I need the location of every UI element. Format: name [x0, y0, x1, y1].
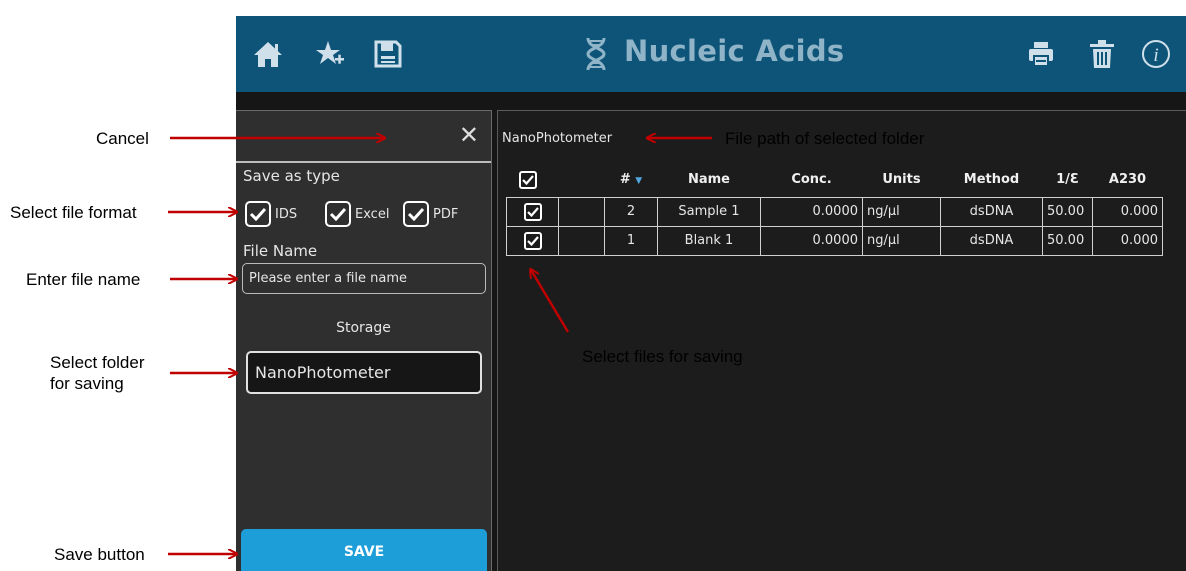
row-spacer-cell [558, 196, 605, 227]
column-header-name[interactable]: Name [658, 163, 761, 197]
app-title: Nucleic Acids [624, 34, 845, 68]
table-row[interactable]: 2 Sample 1 0.0000 ng/µl dsDNA 50.00 0.00… [506, 196, 1163, 227]
annotation-select-folder-line2: for saving [50, 374, 124, 393]
row-units: ng/µl [862, 225, 941, 256]
annotation-file-path: File path of selected folder [725, 129, 925, 148]
sort-down-icon: ▼ [635, 176, 643, 187]
row-number: 2 [604, 196, 658, 227]
annotation-select-folder: Select folder for saving [50, 352, 145, 394]
column-header-number[interactable]: # ▼ [605, 163, 658, 197]
checkbox-checked-icon [245, 201, 271, 227]
format-checkbox-excel[interactable]: Excel [325, 200, 389, 228]
close-icon[interactable]: ✕ [459, 123, 479, 147]
row-method: dsDNA [940, 225, 1043, 256]
save-panel: ✕ Save as type IDS Excel PDF File Name S… [236, 110, 492, 571]
row-conc: 0.0000 [760, 225, 863, 256]
row-name: Blank 1 [657, 225, 761, 256]
column-header-method[interactable]: Method [941, 163, 1043, 197]
home-icon[interactable] [252, 38, 284, 70]
svg-text:i: i [1153, 45, 1158, 66]
row-checkbox[interactable] [506, 196, 559, 227]
row-a230: 0.000 [1092, 196, 1163, 227]
annotation-enter-file-name: Enter file name [26, 270, 141, 289]
info-icon[interactable]: i [1140, 38, 1172, 70]
annotation-select-file-format: Select file format [10, 203, 137, 222]
annotation-cancel: Cancel [96, 129, 149, 148]
print-icon[interactable] [1025, 38, 1057, 70]
row-number: 1 [604, 225, 658, 256]
checkbox-checked-icon [523, 231, 542, 250]
save-icon[interactable] [372, 38, 404, 70]
format-checkbox-pdf[interactable]: PDF [403, 200, 458, 228]
file-list-panel: NanoPhotometer # ▼ Name Conc. Units Meth… [497, 110, 1186, 571]
annotation-select-folder-line1: Select folder [50, 353, 145, 372]
table-row[interactable]: 1 Blank 1 0.0000 ng/µl dsDNA 50.00 0.000 [506, 225, 1163, 256]
format-label-ids: IDS [275, 206, 298, 222]
delete-icon[interactable] [1086, 38, 1118, 70]
format-label-excel: Excel [355, 206, 390, 222]
annotation-select-files: Select files for saving [582, 347, 743, 366]
checkbox-checked-icon [403, 201, 429, 227]
checkbox-checked-icon [518, 170, 537, 189]
file-name-input[interactable] [242, 263, 486, 294]
nanophotometer-app: Nucleic Acids i ✕ Save as type IDS Excel [236, 16, 1186, 571]
checkbox-checked-icon [325, 201, 351, 227]
folder-select-button[interactable]: NanoPhotometer [246, 351, 482, 394]
select-all-checkbox[interactable] [507, 163, 559, 197]
save-button[interactable]: SAVE [241, 529, 487, 571]
column-header-a230[interactable]: A230 [1093, 163, 1163, 197]
save-panel-topbar: ✕ [236, 111, 491, 163]
row-checkbox[interactable] [506, 225, 559, 256]
dna-icon [580, 36, 612, 72]
format-checkbox-ids[interactable]: IDS [245, 200, 297, 228]
favorites-icon[interactable] [314, 38, 346, 70]
table-header-row: # ▼ Name Conc. Units Method 1/Ɛ A230 [507, 163, 1163, 197]
column-header-inv-e[interactable]: 1/Ɛ [1043, 163, 1093, 197]
column-header-units[interactable]: Units [863, 163, 941, 197]
checkbox-checked-icon [523, 202, 542, 221]
row-conc: 0.0000 [760, 196, 863, 227]
row-units: ng/µl [862, 196, 941, 227]
annotation-save-button: Save button [54, 545, 145, 564]
row-name: Sample 1 [657, 196, 761, 227]
row-spacer-cell [558, 225, 605, 256]
row-method: dsDNA [940, 196, 1043, 227]
column-header-conc[interactable]: Conc. [761, 163, 863, 197]
column-number-label: # [619, 172, 631, 188]
file-table: # ▼ Name Conc. Units Method 1/Ɛ A230 2 S… [506, 163, 1163, 256]
storage-label: Storage [336, 320, 391, 336]
row-inv-e: 50.00 [1042, 225, 1093, 256]
app-header: Nucleic Acids i [236, 16, 1186, 92]
file-name-label: File Name [243, 242, 318, 260]
save-as-type-label: Save as type [243, 167, 340, 185]
row-a230: 0.000 [1092, 225, 1163, 256]
row-inv-e: 50.00 [1042, 196, 1093, 227]
folder-path: NanoPhotometer [502, 131, 613, 146]
format-label-pdf: PDF [433, 206, 459, 222]
